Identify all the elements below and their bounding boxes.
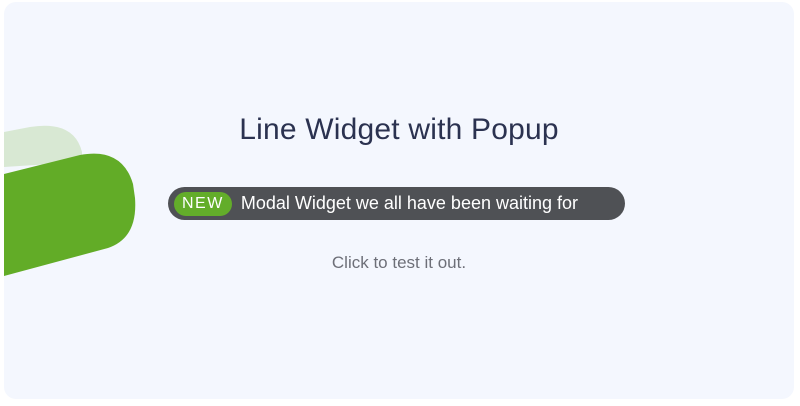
page-title: Line Widget with Popup — [239, 113, 559, 146]
new-badge: NEW — [174, 191, 232, 216]
announcement-text: Modal Widget we all have been waiting fo… — [240, 193, 579, 213]
cta-text: Click to test it out. — [331, 253, 467, 272]
widget-card: Line Widget with Popup NEW Modal Widget … — [4, 2, 794, 399]
announcement-pill[interactable]: NEW Modal Widget we all have been waitin… — [168, 187, 625, 220]
